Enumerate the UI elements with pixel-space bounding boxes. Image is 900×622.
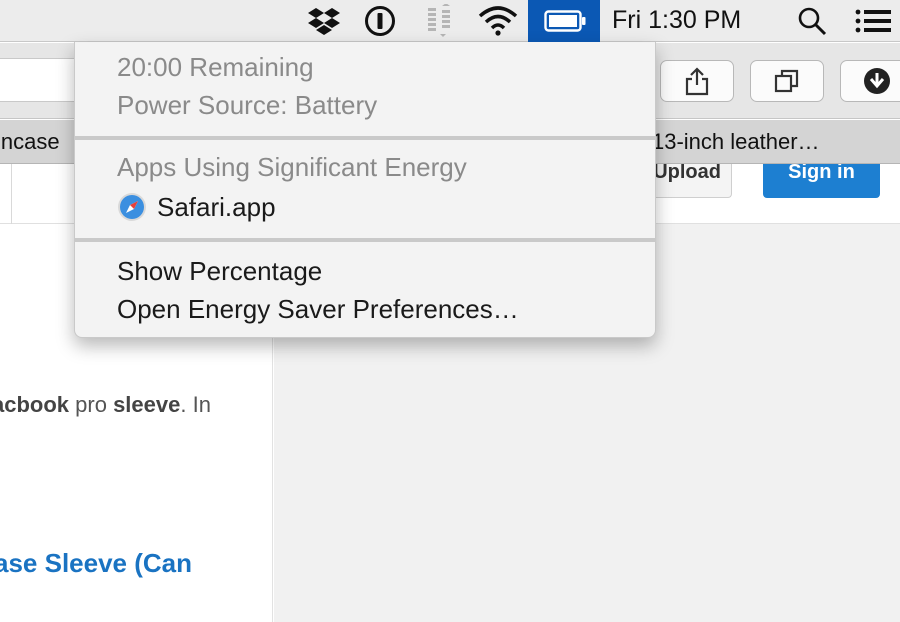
search-field-edge[interactable] <box>0 164 12 224</box>
battery-menu-item[interactable] <box>528 0 600 42</box>
tab-leather-sleeve[interactable]: 13-inch leather… <box>652 120 820 164</box>
tab-incase[interactable]: incase <box>0 120 60 164</box>
battery-dropdown-menu: 20:00 Remaining Power Source: Battery Ap… <box>74 42 656 338</box>
network-activity-icon <box>428 4 450 37</box>
significant-energy-heading: Apps Using Significant Energy <box>117 152 467 182</box>
result-snippet: acbook pro sleeve. In <box>0 392 211 417</box>
tab-overview-button[interactable] <box>750 60 824 102</box>
downloads-icon <box>864 68 890 94</box>
safari-app-icon <box>118 193 146 221</box>
menu-separator <box>75 136 655 140</box>
battery-icon <box>544 10 586 32</box>
spotlight-search-icon <box>798 7 827 36</box>
share-icon <box>685 67 709 96</box>
network-activity-menu-item[interactable] <box>420 0 460 42</box>
battery-power-source: Power Source: Battery <box>117 90 378 120</box>
dropbox-icon <box>308 8 340 35</box>
signin-button[interactable]: Sign in <box>763 164 880 198</box>
notification-center-menu-item[interactable] <box>852 0 896 42</box>
1password-icon <box>365 6 395 36</box>
dropbox-menu-item[interactable] <box>304 0 344 42</box>
downloads-button[interactable] <box>840 60 900 102</box>
wifi-icon <box>478 6 518 36</box>
menu-bar: Fri 1:30 PM <box>0 0 900 42</box>
share-button[interactable] <box>660 60 734 102</box>
menu-separator <box>75 238 655 242</box>
battery-time-remaining: 20:00 Remaining <box>117 52 314 82</box>
address-bar[interactable] <box>0 58 80 102</box>
tab-overview-icon <box>774 69 799 93</box>
show-percentage-item[interactable]: Show Percentage <box>117 256 322 287</box>
result-link[interactable]: ase Sleeve (Can <box>0 548 192 579</box>
safari-app-item[interactable]: Safari.app <box>157 192 276 223</box>
notification-center-icon <box>855 9 891 33</box>
menu-bar-clock[interactable]: Fri 1:30 PM <box>612 0 741 42</box>
1password-menu-item[interactable] <box>362 0 398 42</box>
spotlight-menu-item[interactable] <box>794 0 830 42</box>
energy-saver-preferences-item[interactable]: Open Energy Saver Preferences… <box>117 294 519 325</box>
wifi-menu-item[interactable] <box>474 0 522 42</box>
